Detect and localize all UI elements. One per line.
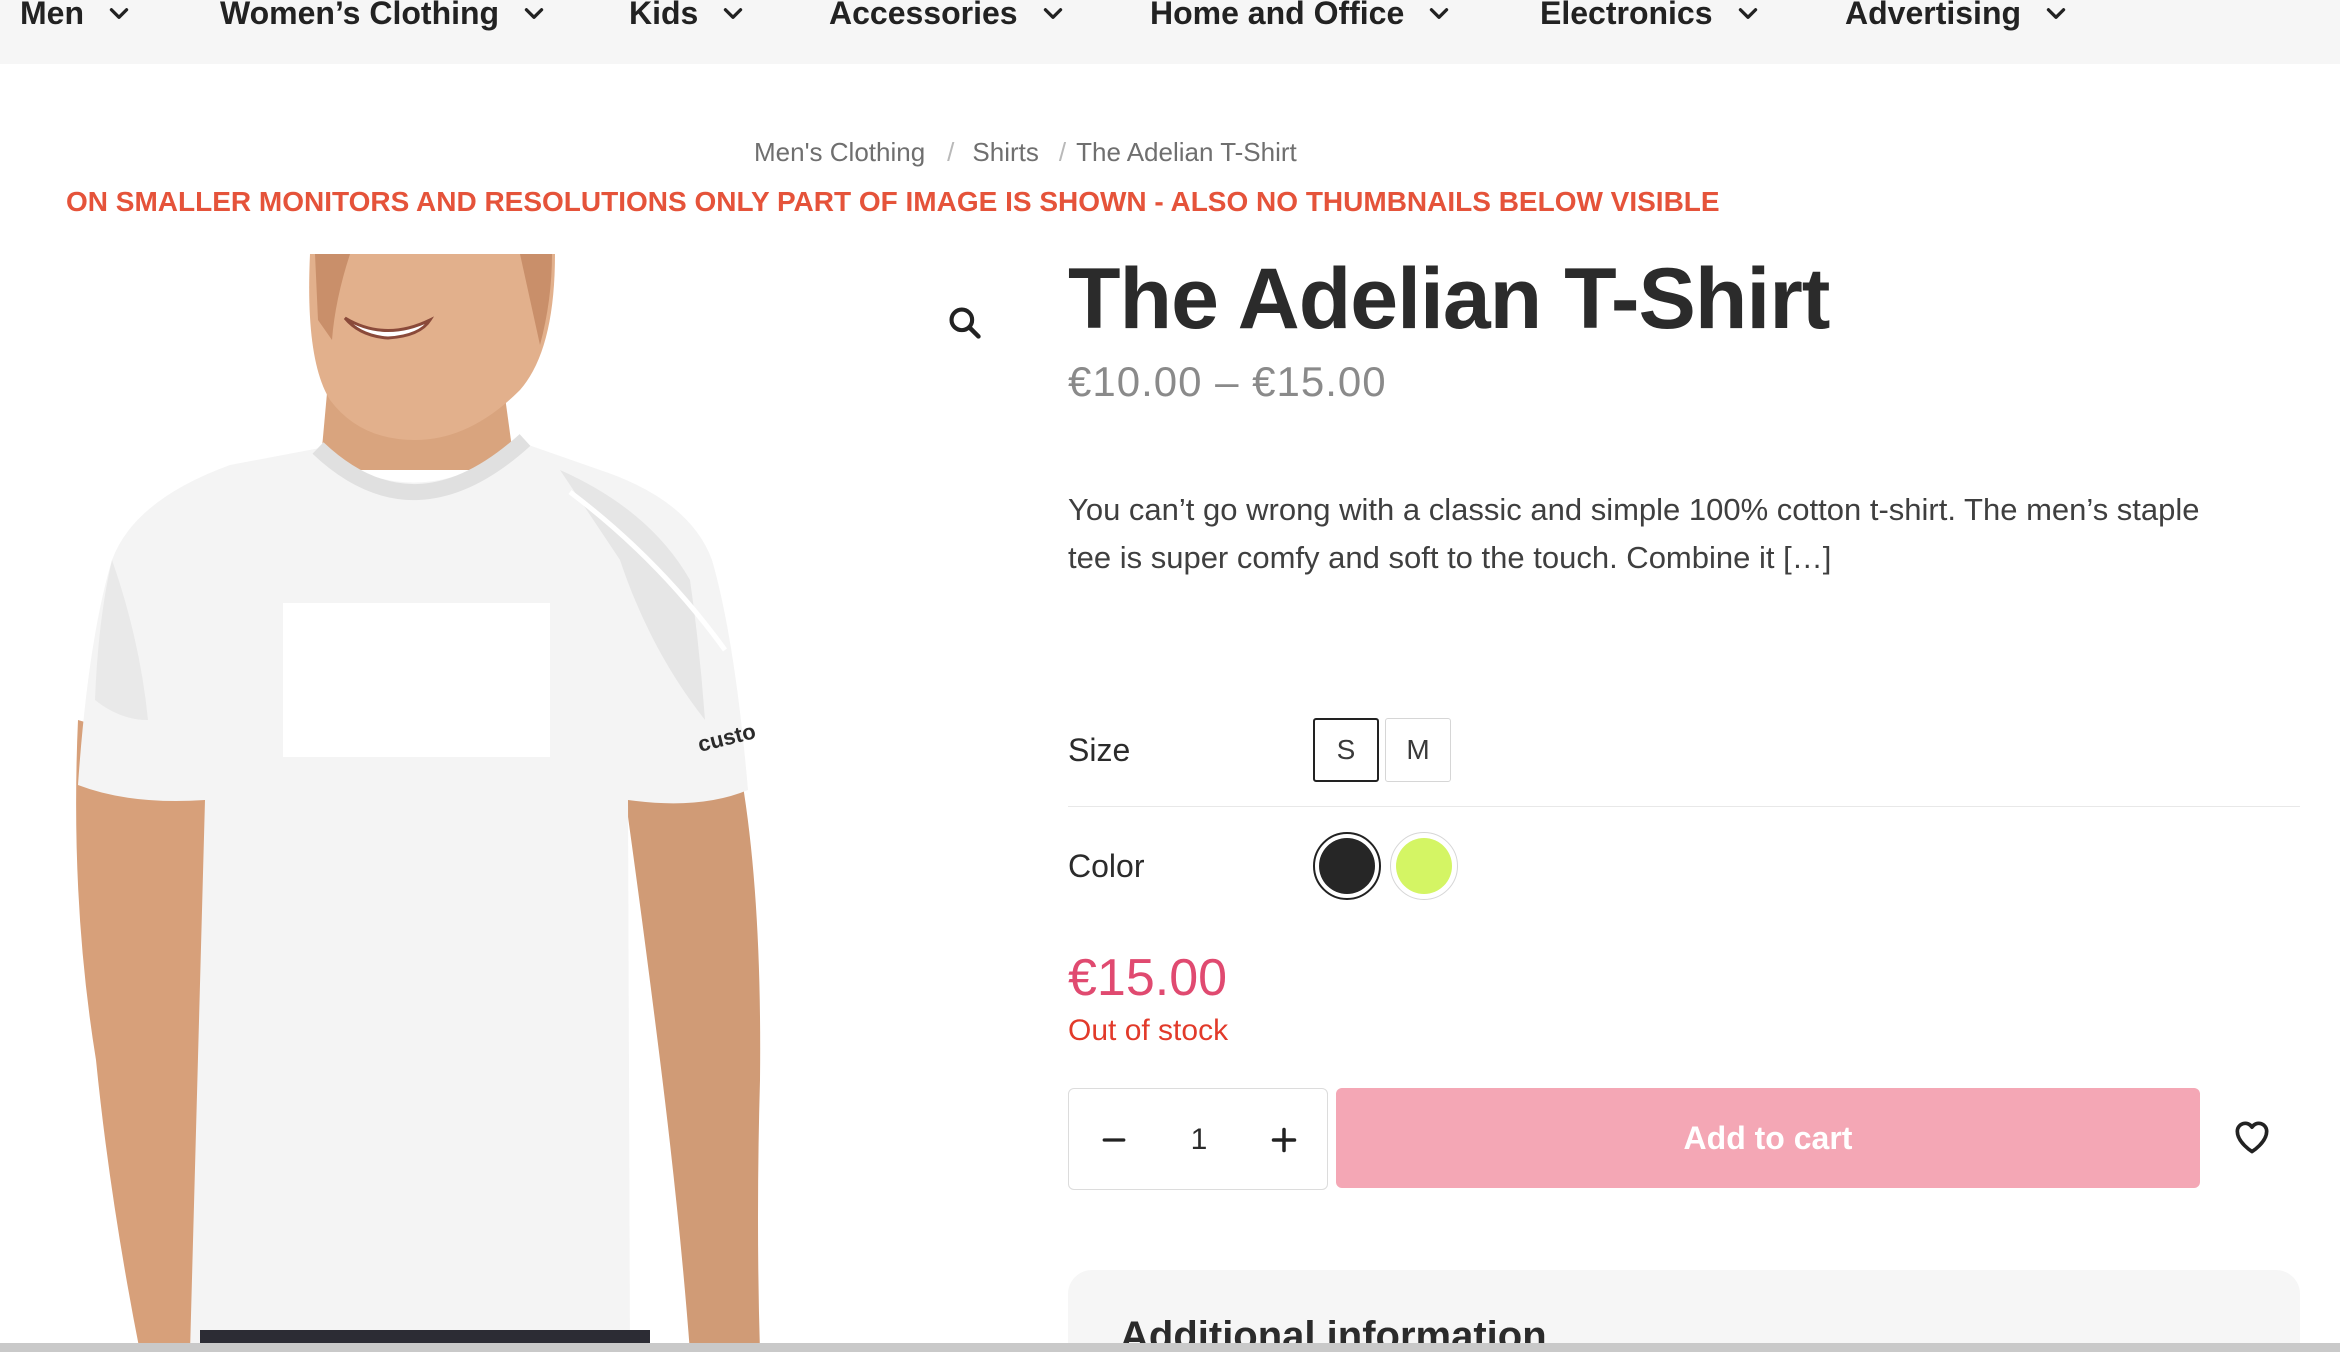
nav-item-label: Accessories [829,0,1018,31]
quantity-increase-button[interactable] [1259,1115,1309,1165]
horizontal-scrollbar[interactable] [0,1343,2340,1352]
color-label: Color [1068,848,1145,884]
chevron-down-icon [1043,8,1062,19]
nav-item-label: Kids [629,0,699,31]
attribute-divider [1068,806,2300,807]
heart-icon [2235,1121,2269,1154]
minus-icon [1102,1138,1126,1142]
nav-item-label: Electronics [1540,0,1713,31]
additional-information-panel: Additional information [1068,1270,2300,1352]
nav-item-men[interactable]: Men [20,0,132,38]
quantity-input[interactable] [1159,1115,1239,1165]
wishlist-button[interactable] [2226,1110,2278,1162]
nav-item-label: Men [20,0,84,31]
nav-item-label: Advertising [1845,0,2022,31]
zoom-button[interactable] [946,298,984,348]
nav-item-label: Women’s Clothing [220,0,500,31]
variation-price: €15.00 [1068,949,1228,1007]
breadcrumb-item-shirts[interactable]: Shirts [972,137,1038,168]
price-range: €10.00 – €15.00 [1068,358,1387,405]
nav-item-electronics[interactable]: Electronics [1540,0,1761,38]
nav-item-home-and-office[interactable]: Home and Office [1150,0,1452,38]
product-page: Men Women’s Clothing Kids Accessories Ho… [0,0,2340,1352]
add-to-cart-button[interactable]: Add to cart [1336,1088,2200,1188]
quantity-stepper [1068,1088,1328,1190]
color-swatch-black[interactable] [1313,832,1381,900]
breadcrumb-separator: / [1058,136,1067,167]
product-short-description: You can’t go wrong with a classic and si… [1068,492,2200,575]
size-label: Size [1068,732,1131,768]
nav-item-accessories[interactable]: Accessories [829,0,1066,38]
top-navigation: Men Women’s Clothing Kids Accessories Ho… [0,0,2340,64]
search-icon [949,307,981,339]
product-title: The Adelian T-Shirt [1068,251,1830,347]
breadcrumb-item-mens-clothing[interactable]: Men's Clothing [754,137,925,168]
chevron-down-icon [1738,8,1757,19]
warning-notice: ON SMALLER MONITORS AND RESOLUTIONS ONLY… [66,186,1720,217]
breadcrumb-current: The Adelian T-Shirt [1076,136,1297,167]
chevron-down-icon [1430,8,1449,19]
nav-item-womens-clothing[interactable]: Women’s Clothing [220,0,547,38]
color-swatch-fill [1319,838,1375,894]
color-swatch-fill [1396,838,1452,894]
breadcrumb-separator: / [947,136,955,167]
breadcrumb: Men's Clothing / Shirts / The Adelian T-… [754,132,1297,172]
stock-status: Out of stock [1068,1014,1229,1047]
nav-item-advertising[interactable]: Advertising [1845,0,2069,38]
product-gallery[interactable]: custo [0,254,1000,1352]
nav-item-label: Home and Office [1150,0,1405,31]
size-option-m[interactable]: M [1385,718,1451,782]
nav-item-kids[interactable]: Kids [629,0,746,38]
chevron-down-icon [524,8,544,19]
color-swatch-lime[interactable] [1390,832,1458,900]
plus-icon [1271,1127,1297,1153]
size-option-s[interactable]: S [1313,718,1379,782]
chevron-down-icon [2046,8,2066,19]
chevron-down-icon [724,8,743,19]
quantity-decrease-button[interactable] [1089,1115,1139,1165]
product-image: custo [0,254,1000,1352]
chevron-down-icon [109,8,129,19]
